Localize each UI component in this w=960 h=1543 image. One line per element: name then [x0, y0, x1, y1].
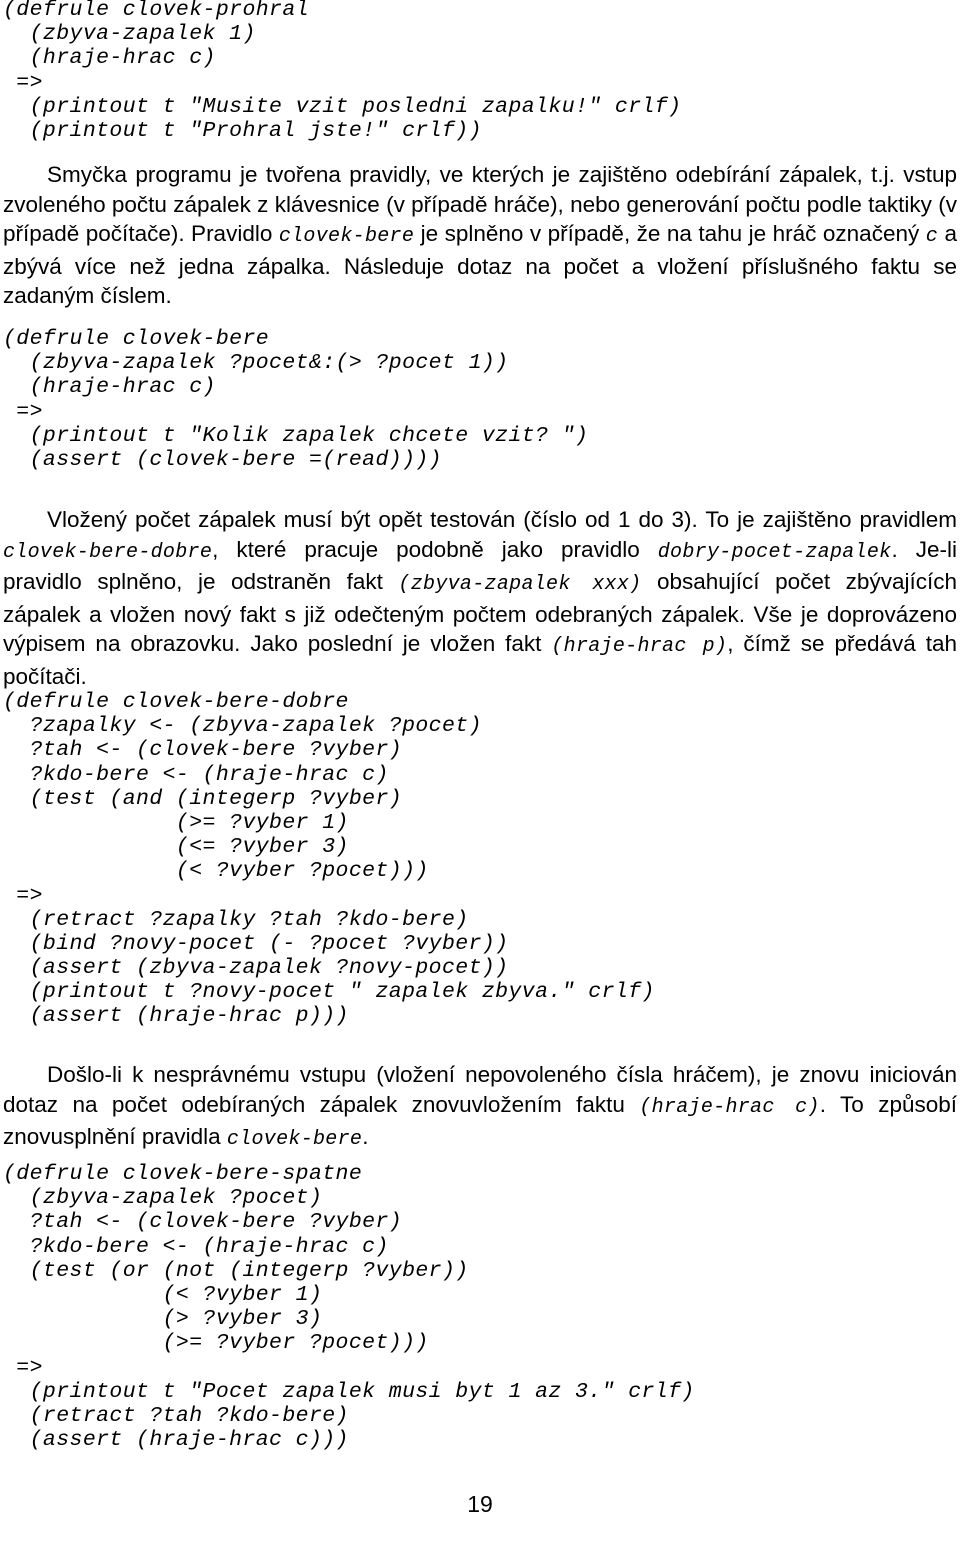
code-line: (defrule clovek-bere-spatne [3, 1162, 363, 1186]
code-line: => [3, 1355, 43, 1380]
page-number: 19 [467, 1491, 493, 1517]
code-line: (assert (hraje-hrac c))) [3, 1428, 349, 1453]
code-line: (hraje-hrac c) [3, 375, 216, 400]
code-line: (test (or (not (integerp ?vyber)) [3, 1258, 469, 1283]
code-line: (bind ?novy-pocet (- ?pocet ?vyber)) [3, 931, 509, 956]
code-line: (retract ?zapalky ?tah ?kdo-bere) [3, 907, 469, 932]
paragraph-text: , které pracuje podobně jako pravidlo [212, 536, 658, 562]
code-line: (>= ?vyber ?pocet))) [3, 1331, 429, 1356]
code-line: (assert (hraje-hrac p))) [3, 1004, 349, 1029]
code-block-clovek-bere-spatne: (defrule clovek-bere-spatne (zbyva-zapal… [3, 1162, 957, 1452]
paragraph-text: je splněno v případě, že na tahu je hráč… [414, 221, 926, 246]
code-line: (defrule clovek-bere-dobre [3, 690, 349, 714]
paragraph-doslo: Došlo-li k nesprávnému vstupu (vložení n… [3, 1060, 957, 1155]
code-line: (test (and (integerp ?vyber) [3, 786, 403, 811]
code-line: (assert (zbyva-zapalek ?novy-pocet)) [3, 956, 509, 981]
code-line: (zbyva-zapalek ?pocet&:(> ?pocet 1)) [3, 351, 509, 376]
code-line: (printout t "Prohral jste!" crlf)) [3, 118, 482, 143]
paragraph-vlozeny: Vložený počet zápalek musí být opět test… [3, 505, 957, 691]
inline-code: (hraje-hrac p) [551, 635, 728, 658]
code-line: ?tah <- (clovek-bere ?vyber) [3, 738, 403, 763]
code-block-clovek-bere: (defrule clovek-bere (zbyva-zapalek ?poc… [3, 327, 957, 472]
inline-code: c [925, 225, 939, 248]
inline-code: clovek-bere [278, 225, 415, 248]
code-line: (retract ?tah ?kdo-bere) [3, 1403, 349, 1428]
code-line: ?tah <- (clovek-bere ?vyber) [3, 1210, 403, 1235]
inline-code: (zbyva-zapalek xxx) [398, 573, 642, 596]
code-line: (zbyva-zapalek ?pocet) [3, 1186, 323, 1211]
inline-code: dobry-pocet-zapalek [657, 540, 892, 564]
code-line: (defrule clovek-bere [3, 327, 270, 351]
code-line: (defrule clovek-prohral [3, 0, 309, 22]
code-block-clovek-prohral: (defrule clovek-prohral (zbyva-zapalek 1… [3, 0, 957, 143]
code-line: (printout t ?novy-pocet " zapalek zbyva.… [3, 980, 655, 1005]
code-line: (printout t "Musite vzit posledni zapalk… [3, 94, 682, 119]
inline-code: clovek-bere-dobre [3, 540, 213, 564]
paragraph-text: Vložený počet zápalek musí být opět test… [47, 507, 957, 532]
code-line: (printout t "Pocet zapalek musi byt 1 az… [3, 1379, 695, 1404]
code-line: ?kdo-bere <- (hraje-hrac c) [3, 1234, 389, 1259]
inline-code: clovek-bere [226, 1128, 363, 1151]
code-line: (printout t "Kolik zapalek chcete vzit? … [3, 423, 589, 448]
code-line: (> ?vyber 3) [3, 1307, 323, 1332]
code-line: (assert (clovek-bere =(read)))) [3, 447, 442, 472]
code-line: (< ?vyber 1) [3, 1282, 323, 1307]
code-line: (hraje-hrac c) [3, 46, 216, 71]
code-line: => [3, 883, 43, 908]
code-line: (< ?vyber ?pocet))) [3, 859, 429, 884]
paragraph-smycka: Smyčka programu je tvořena pravidly, ve … [3, 160, 957, 311]
code-line: => [3, 399, 43, 424]
paragraph-text: . [362, 1124, 369, 1149]
code-line: ?zapalky <- (zbyva-zapalek ?pocet) [3, 714, 482, 739]
code-line: (zbyva-zapalek 1) [3, 22, 256, 47]
document-page: (defrule clovek-prohral (zbyva-zapalek 1… [0, 0, 960, 1543]
code-line: ?kdo-bere <- (hraje-hrac c) [3, 762, 389, 787]
code-line: => [3, 70, 43, 95]
code-line: (<= ?vyber 3) [3, 835, 349, 860]
code-block-clovek-bere-dobre: (defrule clovek-bere-dobre ?zapalky <- (… [3, 690, 957, 1029]
code-line: (>= ?vyber 1) [3, 810, 349, 835]
inline-code: (hraje-hrac c) [639, 1095, 820, 1119]
